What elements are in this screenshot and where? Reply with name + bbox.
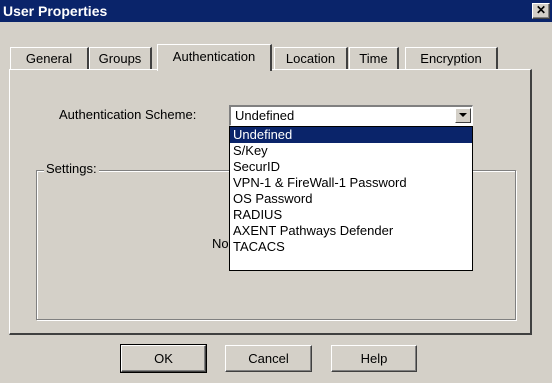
- authentication-scheme-select[interactable]: Undefined: [229, 105, 473, 126]
- option-securid[interactable]: SecurID: [230, 159, 472, 175]
- authentication-scheme-label: Authentication Scheme:: [59, 107, 197, 122]
- ok-button[interactable]: OK: [120, 344, 207, 373]
- close-button[interactable]: ✕: [532, 3, 550, 19]
- tab-label: Groups: [98, 51, 142, 66]
- option-tacacs[interactable]: TACACS: [230, 239, 472, 255]
- help-button[interactable]: Help: [331, 345, 417, 372]
- tab-authentication[interactable]: Authentication: [157, 44, 272, 71]
- tab-groups[interactable]: Groups: [89, 47, 152, 69]
- title-bar: User Properties ✕: [0, 0, 552, 22]
- help-label: Help: [360, 351, 388, 366]
- tab-time[interactable]: Time: [349, 47, 399, 69]
- ok-label: OK: [154, 351, 173, 366]
- option-axent-pathways-defender[interactable]: AXENT Pathways Defender: [230, 223, 472, 239]
- tab-label: Location: [285, 51, 336, 66]
- settings-label: Settings:: [44, 161, 99, 176]
- cancel-button[interactable]: Cancel: [225, 345, 312, 372]
- dropdown-arrow-button[interactable]: [455, 108, 471, 123]
- tab-encryption[interactable]: Encryption: [405, 47, 498, 69]
- tab-general[interactable]: General: [10, 47, 89, 69]
- window-title: User Properties: [3, 3, 108, 19]
- option-undefined[interactable]: Undefined: [230, 127, 472, 143]
- authentication-scheme-dropdown-list: Undefined S/Key SecurID VPN-1 & FireWall…: [229, 126, 473, 271]
- option-vpn1-firewall1-password[interactable]: VPN-1 & FireWall-1 Password: [230, 175, 472, 191]
- cancel-label: Cancel: [248, 351, 289, 366]
- chevron-down-icon: [459, 113, 467, 117]
- selected-value: Undefined: [235, 108, 295, 123]
- close-icon: ✕: [535, 3, 547, 17]
- tab-label: Authentication: [172, 49, 256, 64]
- settings-text: No: [212, 236, 229, 251]
- option-skey[interactable]: S/Key: [230, 143, 472, 159]
- tab-label: Time: [359, 51, 388, 66]
- option-os-password[interactable]: OS Password: [230, 191, 472, 207]
- option-radius[interactable]: RADIUS: [230, 207, 472, 223]
- tab-label: General: [25, 51, 73, 66]
- tab-location[interactable]: Location: [274, 47, 348, 69]
- tab-label: Encryption: [420, 51, 482, 66]
